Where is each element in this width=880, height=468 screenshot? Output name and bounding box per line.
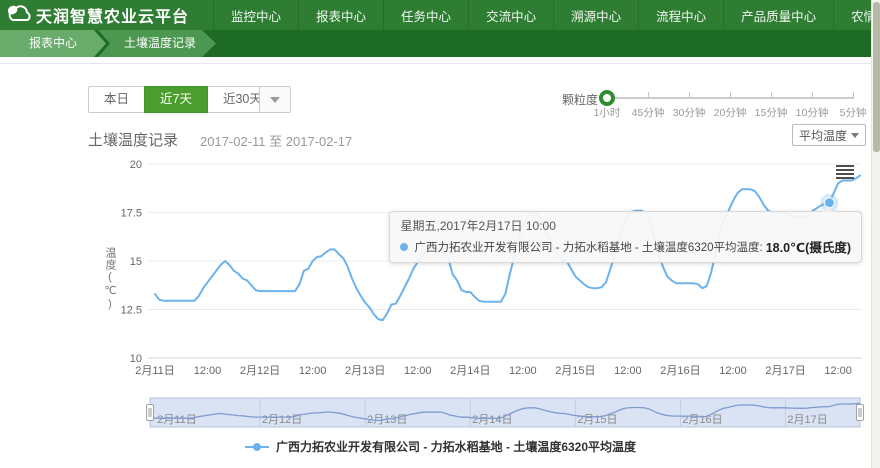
x-axis-tick-label: 12:00 xyxy=(824,365,852,377)
datazoom-label: 2月11日 xyxy=(157,414,197,426)
datazoom-handle-left[interactable] xyxy=(147,405,154,421)
x-axis-tick-label: 2月17日 xyxy=(765,365,805,377)
x-axis-tick-label: 2月12日 xyxy=(240,365,280,377)
y-axis-tick-label: 20 xyxy=(130,159,142,171)
legend-label: 广西力拓农业开发有限公司 - 力拓水稻基地 - 土壤温度6320平均温度 xyxy=(276,438,636,455)
x-axis-tick-label: 2月11日 xyxy=(135,365,175,377)
y-axis-tick-label: 17.5 xyxy=(121,208,142,220)
x-axis-tick-label: 2月16日 xyxy=(660,365,700,377)
last7days-button[interactable]: 近7天 xyxy=(144,86,208,113)
x-axis-tick-label: 12:00 xyxy=(194,365,222,377)
y-axis-tick-label: 10 xyxy=(130,353,142,365)
y-axis-tick-label: 12.5 xyxy=(121,305,142,317)
legend-item[interactable]: 广西力拓农业开发有限公司 - 力拓水稻基地 - 土壤温度6320平均温度 xyxy=(0,438,880,455)
tooltip-arrow xyxy=(822,206,834,212)
x-axis-tick-label: 12:00 xyxy=(299,365,327,377)
x-axis-tick-label: 12:00 xyxy=(404,365,432,377)
scrollbar-thumb[interactable] xyxy=(873,2,880,152)
datazoom-label: 2月17日 xyxy=(787,414,827,426)
toolbox-menu-icon[interactable] xyxy=(836,165,854,179)
tooltip-series-label: 广西力拓农业开发有限公司 - 力拓水稻基地 - 土壤温度6320平均温度: xyxy=(414,239,762,255)
tooltip-time: 星期五,2017年2月17日 10:00 xyxy=(400,217,851,234)
chart-tooltip: 星期五,2017年2月17日 10:00 广西力拓农业开发有限公司 - 力拓水稻… xyxy=(389,211,862,263)
x-axis-tick-label: 2月13日 xyxy=(345,365,385,377)
series-marker-dot xyxy=(400,243,408,251)
y-axis-tick-label: 15 xyxy=(130,256,142,268)
x-axis-tick-label: 12:00 xyxy=(614,365,642,377)
x-axis-tick-label: 12:00 xyxy=(719,365,747,377)
legend-line-marker-icon xyxy=(244,442,270,452)
x-axis-tick-label: 2月14日 xyxy=(450,365,490,377)
datazoom-handle-right[interactable] xyxy=(857,405,864,421)
scrollbar-track[interactable] xyxy=(871,0,880,468)
tooltip-value: 18.0℃(摄氏度) xyxy=(766,237,851,256)
x-axis-tick-label: 12:00 xyxy=(509,365,537,377)
x-axis-tick-label: 2月15日 xyxy=(555,365,595,377)
page: 天润智慧农业云平台 监控中心 报表中心 任务中心 交流中心 溯源中心 流程中心 … xyxy=(0,0,880,468)
